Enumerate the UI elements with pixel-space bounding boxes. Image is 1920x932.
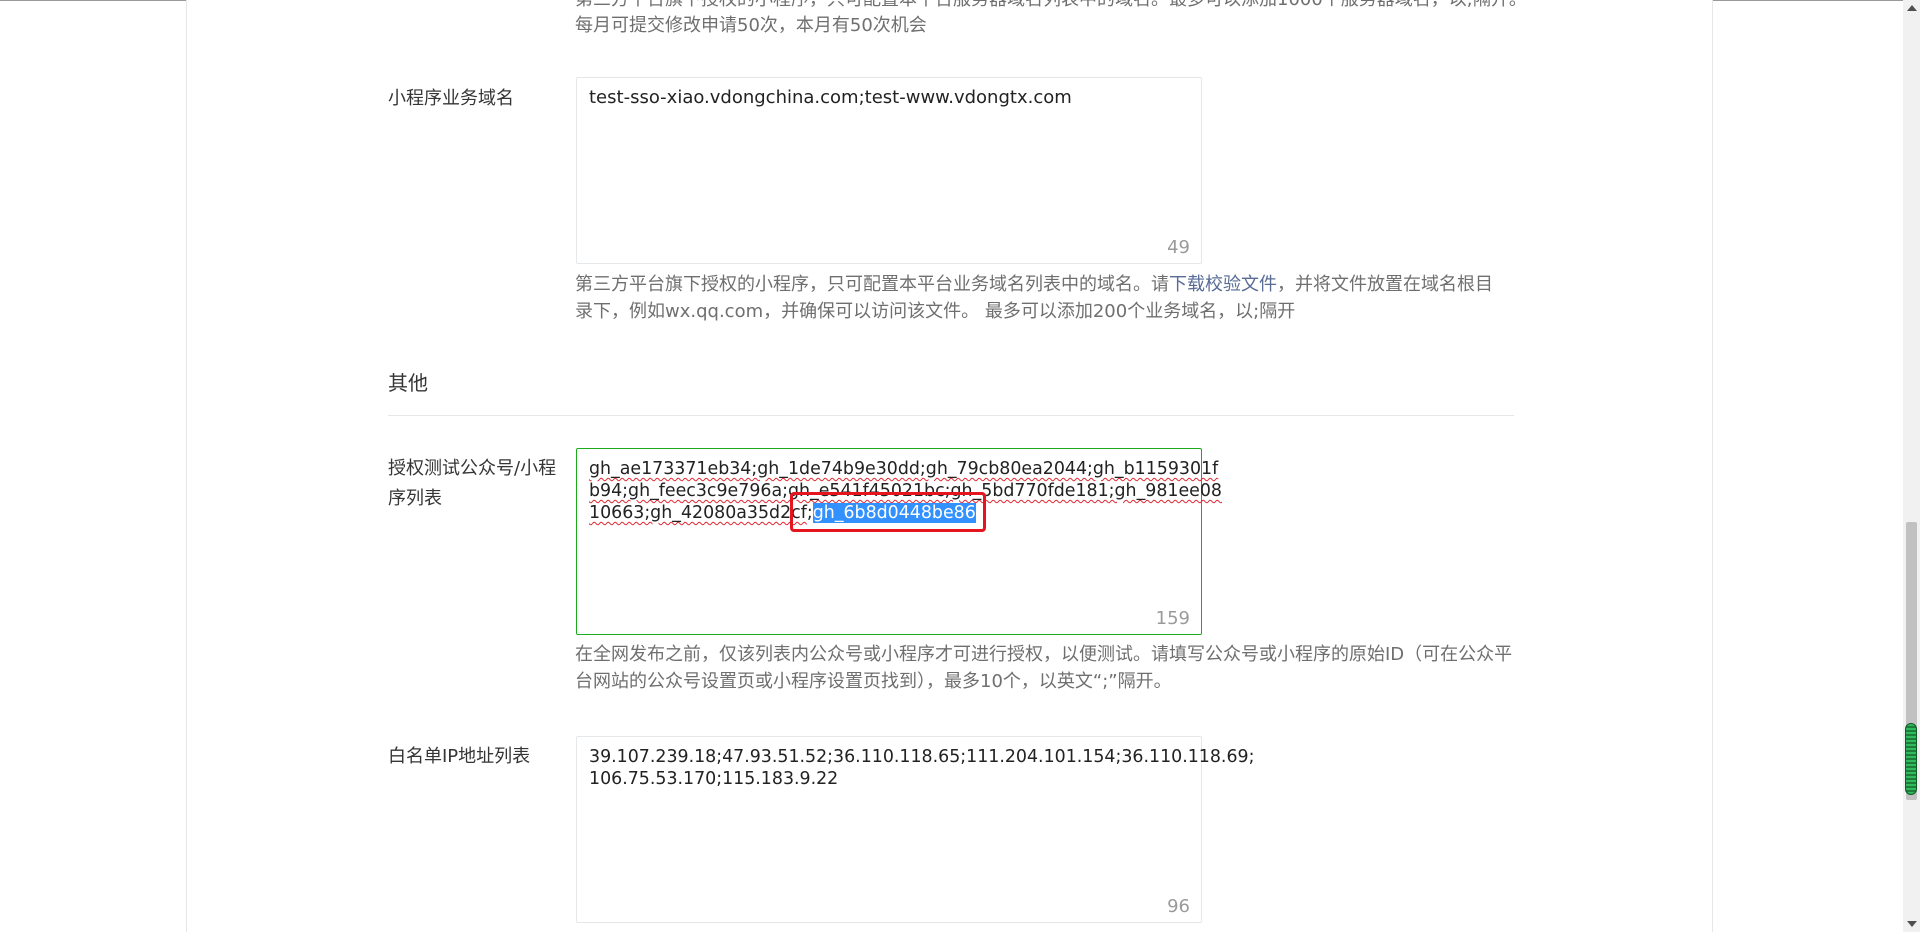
business-domain-counter: 49 [1167,237,1190,258]
business-domain-tip: 第三方平台旗下授权的小程序，只可配置本平台业务域名列表中的域名。请下载校验文件，… [575,274,1493,322]
test-accounts-counter: 159 [1155,608,1190,629]
settings-card: 第三方平台旗下授权的小程序，只可配置本平台服务器域名列表中的域名。最多可以添加1… [186,0,1713,932]
scroll-grabber-icon[interactable] [1905,723,1917,795]
scroll-down-arrow-icon[interactable] [1907,921,1917,927]
ip-whitelist-line: 106.75.53.170;115.183.9.22 [589,769,839,789]
test-accounts-line: gh_ae173371eb34;gh_1de74b9e30dd;gh_79cb8… [589,459,1219,479]
business-domain-label: 小程序业务域名 [388,88,514,109]
ip-whitelist-label: 白名单IP地址列表 [388,746,531,767]
other-section-title: 其他 [388,371,428,395]
business-domain-textarea[interactable]: test-sso-xiao.vdongchina.com;test-www.vd… [576,77,1202,264]
test-accounts-label: 授权测试公众号/小程序列表 [388,458,557,509]
vertical-scrollbar[interactable] [1903,0,1920,932]
download-verify-file-link[interactable]: 下载校验文件 [1169,274,1277,295]
section-divider [388,415,1514,416]
business-domain-value: test-sso-xiao.vdongchina.com;test-www.vd… [589,87,1072,108]
red-highlight-box [790,492,986,532]
ip-whitelist-counter: 96 [1167,896,1190,917]
ip-whitelist-content: 39.107.239.18;47.93.51.52;36.110.118.65;… [589,746,1255,790]
modify-quota-tip: 每月可提交修改申请50次，本月有50次机会 [575,15,927,36]
test-accounts-textarea[interactable]: gh_ae173371eb34;gh_1de74b9e30dd;gh_79cb8… [576,448,1222,635]
scroll-up-arrow-icon[interactable] [1907,5,1917,11]
test-accounts-tip: 在全网发布之前，仅该列表内公众号或小程序才可进行授权，以便测试。请填写公众号或小… [575,644,1513,692]
page-viewport: 第三方平台旗下授权的小程序，只可配置本平台服务器域名列表中的域名。最多可以添加1… [0,0,1920,932]
ip-whitelist-line: 39.107.239.18;47.93.51.52;36.110.118.65;… [589,747,1255,767]
ip-whitelist-textarea[interactable]: 39.107.239.18;47.93.51.52;36.110.118.65;… [576,736,1255,923]
